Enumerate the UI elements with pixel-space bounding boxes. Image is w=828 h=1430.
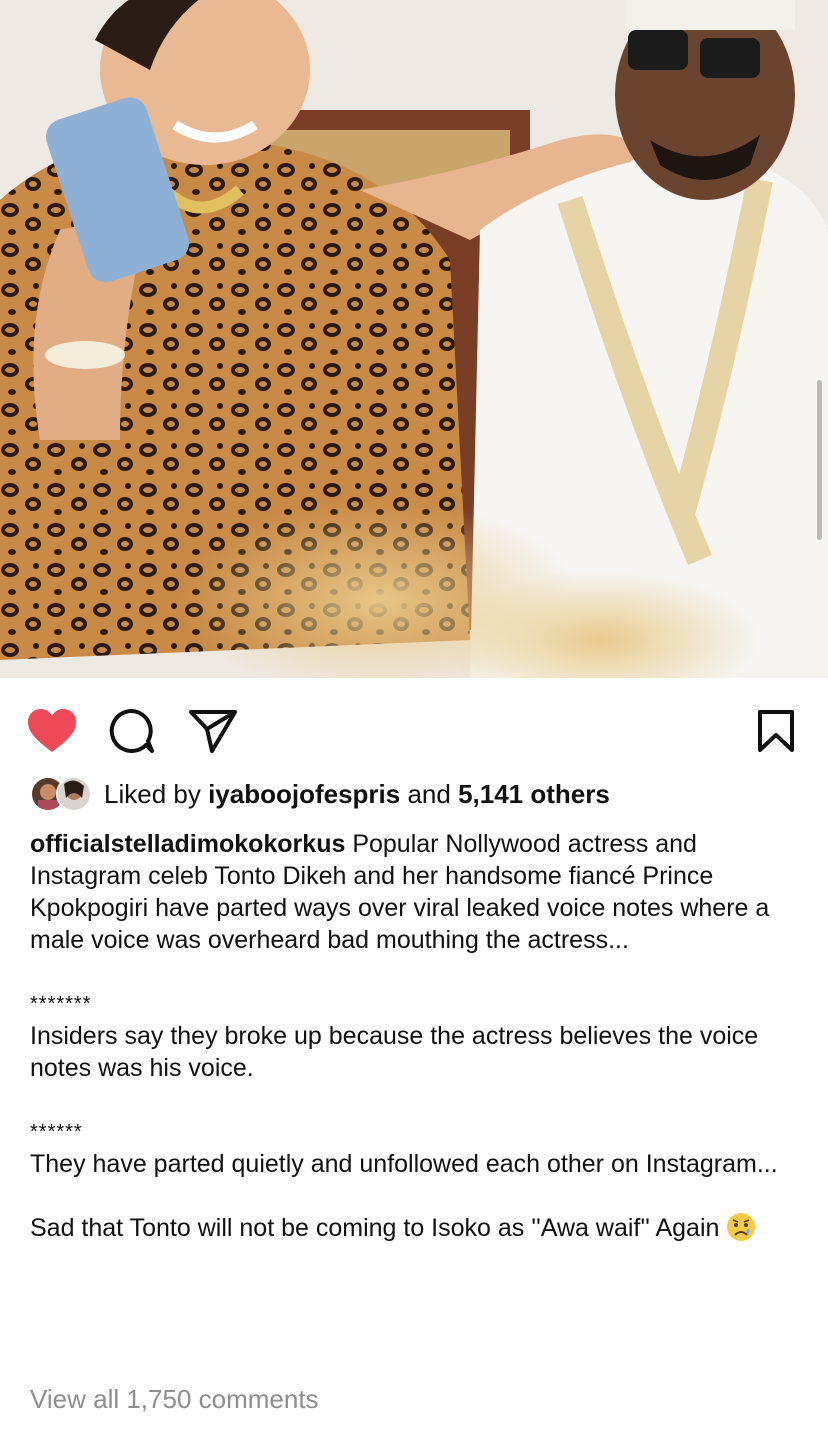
caption-text: Sad that Tonto will not be coming to Iso… bbox=[30, 1214, 720, 1242]
heart-icon bbox=[28, 709, 76, 752]
comment-icon bbox=[109, 708, 154, 753]
caption-separator: ****** bbox=[30, 1121, 83, 1143]
likes-prefix: Liked by bbox=[104, 778, 209, 809]
likes-row[interactable]: Liked by iyaboojofespris and 5,141 other… bbox=[30, 774, 820, 814]
post-photo-illustration bbox=[0, 0, 828, 678]
avatar bbox=[56, 776, 92, 812]
scrollbar[interactable] bbox=[817, 380, 822, 540]
caption-paragraph: Sad that Tonto will not be coming to Iso… bbox=[30, 1212, 805, 1244]
comment-button[interactable] bbox=[105, 704, 159, 758]
sad-face-emoji bbox=[727, 1213, 756, 1241]
view-all-comments-link[interactable]: View all 1,750 comments bbox=[30, 1384, 319, 1415]
likes-middle: and bbox=[400, 778, 459, 809]
bookmark-icon bbox=[758, 710, 794, 752]
action-bar bbox=[0, 678, 828, 774]
send-icon bbox=[189, 710, 237, 753]
post-caption: officialstelladimokokorkus Popular Nolly… bbox=[30, 828, 805, 1244]
post-photo[interactable] bbox=[0, 0, 828, 678]
likes-text: Liked by iyaboojofespris and 5,141 other… bbox=[104, 779, 610, 810]
caption-paragraph: Insiders say they broke up because the a… bbox=[30, 1022, 759, 1082]
like-button[interactable] bbox=[25, 704, 79, 758]
liker-username[interactable]: iyaboojofespris bbox=[208, 779, 400, 809]
save-button[interactable] bbox=[749, 704, 803, 758]
caption-username[interactable]: officialstelladimokokorkus bbox=[30, 830, 345, 858]
caption-separator: ******* bbox=[30, 993, 92, 1015]
share-button[interactable] bbox=[186, 704, 240, 758]
liker-avatars bbox=[30, 776, 96, 812]
caption-paragraph: They have parted quietly and unfollowed … bbox=[30, 1150, 778, 1178]
caption-paragraph: officialstelladimokokorkus Popular Nolly… bbox=[30, 828, 805, 956]
likes-count[interactable]: 5,141 others bbox=[458, 779, 610, 809]
